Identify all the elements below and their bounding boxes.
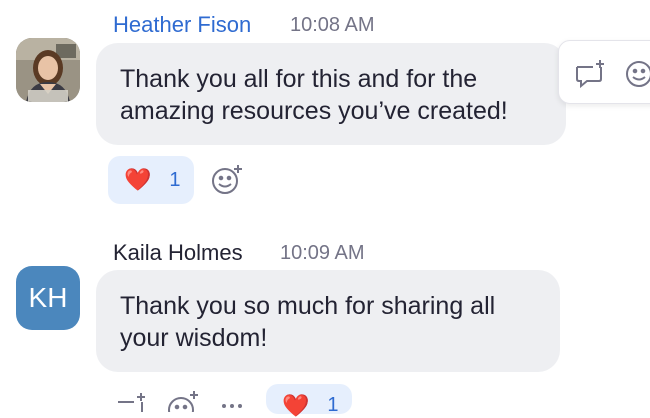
message-action-toolbar	[558, 40, 650, 104]
reaction-heart[interactable]: ❤️ 1	[108, 156, 194, 204]
sender-name[interactable]: Kaila Holmes	[113, 240, 243, 266]
avatar-kaila-holmes[interactable]: KH	[16, 266, 80, 330]
add-reaction-icon[interactable]	[625, 57, 650, 89]
message-text-line: amazing resources you’ve created!	[120, 97, 508, 125]
avatar-heather-fison[interactable]	[16, 38, 80, 102]
reaction-count: 1	[169, 168, 181, 191]
message-bubble[interactable]: Thank you all for this and for the amazi…	[96, 43, 566, 145]
message-text-line: your wisdom!	[120, 324, 268, 352]
message-time: 10:09 AM	[280, 242, 365, 264]
add-reaction-icon[interactable]	[210, 163, 244, 197]
message-text-line: Thank you so much for sharing all	[120, 292, 496, 320]
message-text-line: Thank you all for this and for the	[120, 65, 478, 93]
message-time: 10:08 AM	[290, 14, 375, 36]
reply-in-thread-icon[interactable]	[114, 392, 148, 412]
reaction-count: 1	[327, 394, 339, 416]
message-bubble[interactable]: Thank you so much for sharing all your w…	[96, 270, 560, 372]
sender-name[interactable]: Heather Fison	[113, 12, 251, 38]
reaction-heart[interactable]: ❤️ 1	[266, 384, 352, 418]
heart-emoji: ❤️	[124, 167, 152, 192]
profile-photo	[16, 38, 80, 102]
reply-in-thread-icon[interactable]	[573, 59, 607, 89]
more-icon[interactable]	[220, 402, 248, 408]
heart-emoji: ❤️	[282, 393, 310, 418]
add-reaction-icon[interactable]	[166, 390, 200, 412]
